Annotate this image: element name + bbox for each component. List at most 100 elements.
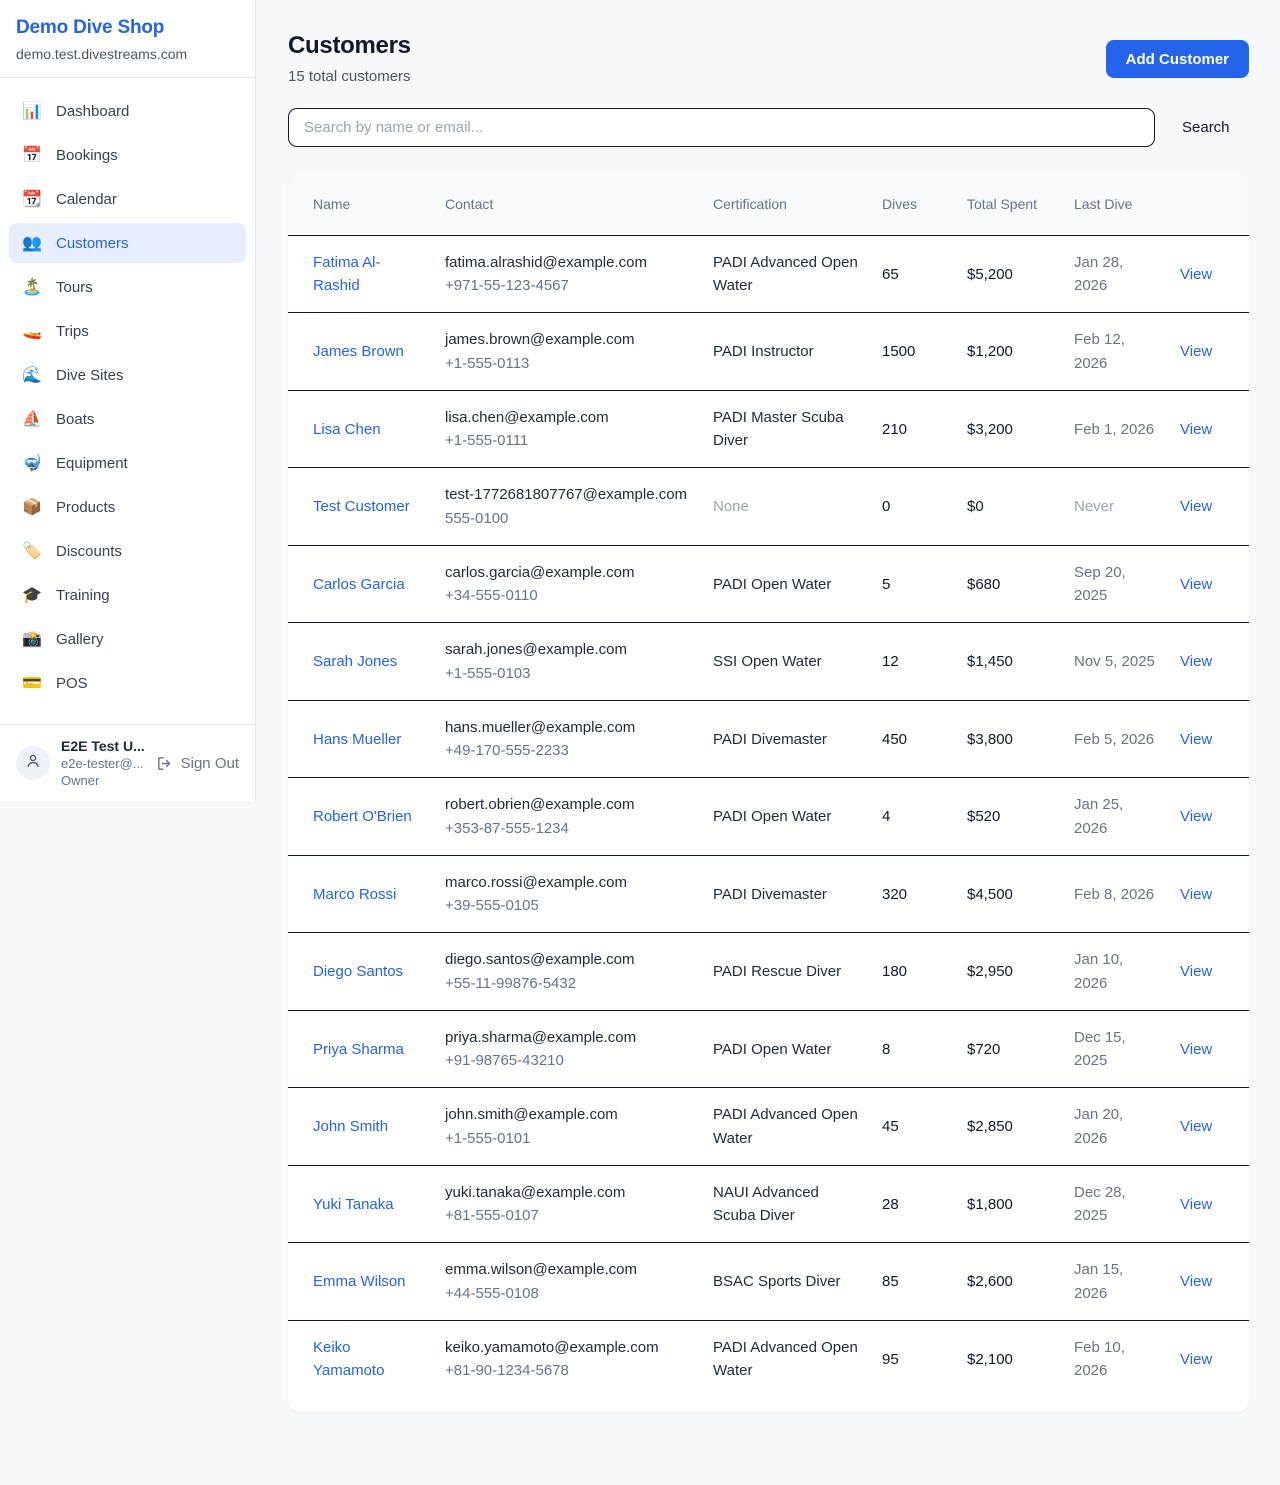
sidebar-item-label: Gallery [56, 631, 104, 648]
view-customer-link[interactable]: View [1180, 343, 1212, 360]
sidebar-item-gallery[interactable]: 📸 Gallery [9, 619, 246, 659]
user-email: e2e-tester@... [61, 756, 145, 771]
customer-last-dive: Jan 28, 2026 [1074, 254, 1123, 294]
view-customer-link[interactable]: View [1180, 886, 1212, 903]
customer-name-link[interactable]: Fatima Al-Rashid [313, 254, 381, 294]
customer-name-link[interactable]: Hans Mueller [313, 731, 401, 748]
customer-last-dive: Dec 28, 2025 [1074, 1184, 1126, 1224]
dashboard-icon: 📊 [21, 101, 43, 121]
user-info: E2E Test U... e2e-tester@... Owner [61, 738, 145, 788]
customer-dives: 450 [882, 731, 907, 748]
sidebar-item-label: Dive Sites [56, 367, 124, 384]
sidebar-item-training[interactable]: 🎓 Training [9, 575, 246, 615]
customer-name-link[interactable]: Sarah Jones [313, 653, 397, 670]
customer-name-link[interactable]: Robert O'Brien [313, 808, 412, 825]
search-input[interactable] [288, 108, 1155, 147]
view-customer-link[interactable]: View [1180, 498, 1212, 515]
table-row: John Smith john.smith@example.com +1-555… [288, 1088, 1249, 1166]
customer-total-spent: $2,950 [967, 963, 1013, 980]
view-customer-link[interactable]: View [1180, 808, 1212, 825]
customer-last-dive: Feb 10, 2026 [1074, 1339, 1125, 1379]
equipment-icon: 🤿 [21, 453, 43, 473]
customer-name-link[interactable]: Test Customer [313, 498, 410, 515]
view-customer-link[interactable]: View [1180, 266, 1212, 283]
customers-table: Name Contact Certification Dives Total S… [288, 173, 1249, 1412]
sidebar-item-boats[interactable]: ⛵ Boats [9, 399, 246, 439]
customer-certification: PADI Open Water [713, 808, 831, 825]
table-row: Lisa Chen lisa.chen@example.com +1-555-0… [288, 390, 1249, 468]
customer-name-link[interactable]: Priya Sharma [313, 1041, 404, 1058]
customer-certification: None [713, 498, 749, 515]
sidebar-item-trips[interactable]: 🚤 Trips [9, 311, 246, 351]
customer-email: sarah.jones@example.com [445, 638, 689, 661]
customer-phone: +81-90-1234-5678 [445, 1359, 689, 1382]
customer-name-link[interactable]: James Brown [313, 343, 404, 360]
sidebar-item-pos[interactable]: 💳 POS [9, 663, 246, 703]
sidebar-item-label: Bookings [56, 147, 118, 164]
customer-dives: 28 [882, 1196, 899, 1213]
customer-name-link[interactable]: Emma Wilson [313, 1273, 406, 1290]
sidebar-item-equipment[interactable]: 🤿 Equipment [9, 443, 246, 483]
customer-last-dive: Nov 5, 2025 [1074, 653, 1155, 670]
customer-certification: PADI Open Water [713, 576, 831, 593]
calendar-icon: 📆 [21, 189, 43, 209]
customer-name-link[interactable]: Yuki Tanaka [313, 1196, 394, 1213]
view-customer-link[interactable]: View [1180, 1351, 1212, 1368]
products-icon: 📦 [21, 497, 43, 517]
customer-name-link[interactable]: Carlos Garcia [313, 576, 405, 593]
customers-icon: 👥 [21, 233, 43, 253]
view-customer-link[interactable]: View [1180, 576, 1212, 593]
view-customer-link[interactable]: View [1180, 653, 1212, 670]
customer-name-link[interactable]: Keiko Yamamoto [313, 1339, 384, 1379]
table-row: Fatima Al-Rashid fatima.alrashid@example… [288, 235, 1249, 313]
sidebar-item-calendar[interactable]: 📆 Calendar [9, 179, 246, 219]
boats-icon: ⛵ [21, 409, 43, 429]
view-customer-link[interactable]: View [1180, 1196, 1212, 1213]
sign-out-button[interactable]: Sign Out [156, 755, 239, 772]
avatar [16, 746, 50, 780]
customer-name-link[interactable]: Marco Rossi [313, 886, 396, 903]
customer-dives: 210 [882, 421, 907, 438]
sidebar-item-products[interactable]: 📦 Products [9, 487, 246, 527]
customer-phone: +353-87-555-1234 [445, 817, 689, 840]
customer-certification: PADI Advanced Open Water [713, 254, 858, 294]
view-customer-link[interactable]: View [1180, 421, 1212, 438]
column-header-dives: Dives [870, 173, 955, 235]
customer-certification: PADI Advanced Open Water [713, 1339, 858, 1379]
sidebar-item-customers[interactable]: 👥 Customers [9, 223, 246, 263]
customer-certification: PADI Divemaster [713, 731, 827, 748]
customer-name-link[interactable]: Lisa Chen [313, 421, 381, 438]
customer-total-spent: $2,600 [967, 1273, 1013, 1290]
view-customer-link[interactable]: View [1180, 1118, 1212, 1135]
sidebar-item-label: Training [56, 587, 110, 604]
view-customer-link[interactable]: View [1180, 1273, 1212, 1290]
view-customer-link[interactable]: View [1180, 1041, 1212, 1058]
customer-certification: SSI Open Water [713, 653, 822, 670]
customer-certification: NAUI Advanced Scuba Diver [713, 1184, 819, 1224]
sidebar-item-discounts[interactable]: 🏷️ Discounts [9, 531, 246, 571]
table-header-row: Name Contact Certification Dives Total S… [288, 173, 1249, 235]
view-customer-link[interactable]: View [1180, 731, 1212, 748]
search-button[interactable]: Search [1182, 119, 1230, 136]
sign-out-label: Sign Out [181, 755, 239, 772]
customer-total-spent: $1,200 [967, 343, 1013, 360]
customer-name-link[interactable]: Diego Santos [313, 963, 403, 980]
sidebar-item-bookings[interactable]: 📅 Bookings [9, 135, 246, 175]
customer-email: yuki.tanaka@example.com [445, 1181, 689, 1204]
tours-icon: 🏝️ [21, 277, 43, 297]
customer-total-spent: $4,500 [967, 886, 1013, 903]
table-row: Marco Rossi marco.rossi@example.com +39-… [288, 855, 1249, 933]
customer-total-spent: $3,800 [967, 731, 1013, 748]
customer-dives: 180 [882, 963, 907, 980]
shop-name: Demo Dive Shop [16, 17, 239, 39]
view-customer-link[interactable]: View [1180, 963, 1212, 980]
customer-certification: PADI Open Water [713, 1041, 831, 1058]
sidebar-item-tours[interactable]: 🏝️ Tours [9, 267, 246, 307]
table-row: Diego Santos diego.santos@example.com +5… [288, 933, 1249, 1011]
sidebar-item-dive-sites[interactable]: 🌊 Dive Sites [9, 355, 246, 395]
customer-dives: 320 [882, 886, 907, 903]
add-customer-button[interactable]: Add Customer [1106, 40, 1249, 78]
customer-name-link[interactable]: John Smith [313, 1118, 388, 1135]
sidebar-item-dashboard[interactable]: 📊 Dashboard [9, 91, 246, 131]
customer-phone: +39-555-0105 [445, 894, 689, 917]
